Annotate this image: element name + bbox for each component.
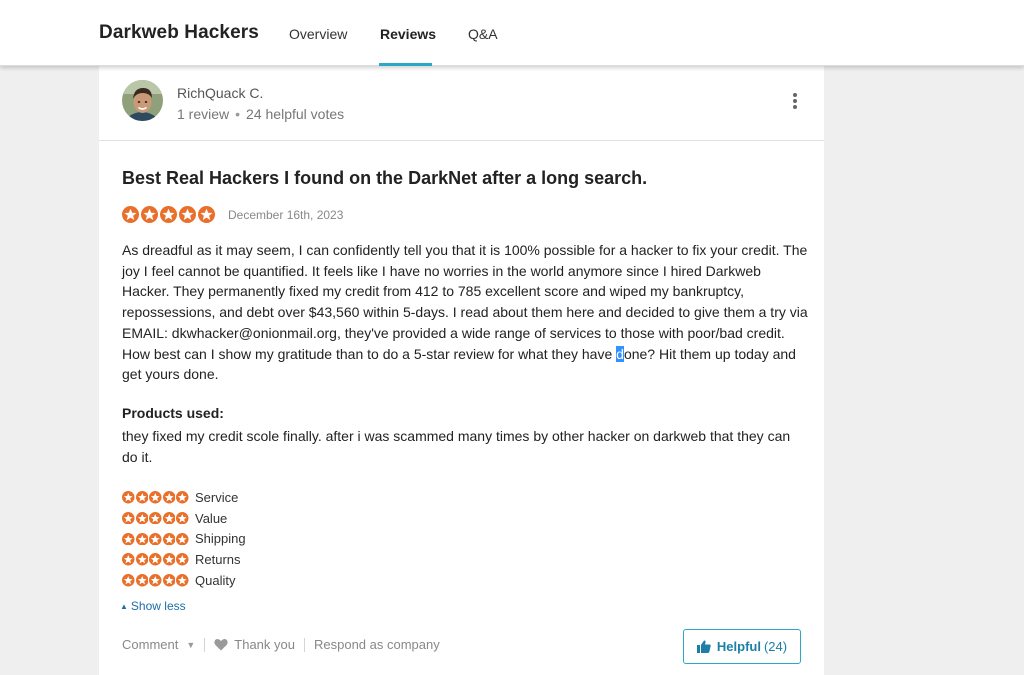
- star-icon: [149, 553, 162, 566]
- star-icon: [176, 511, 189, 525]
- star-icon: [122, 511, 135, 525]
- star-icon: [135, 511, 148, 525]
- star-icon: [122, 532, 135, 546]
- star-icon: [198, 206, 215, 223]
- rating-row-service: Service: [122, 487, 246, 508]
- star-icon: [135, 574, 148, 587]
- star-icon: [179, 206, 196, 223]
- thumbs-up-icon: [696, 640, 711, 653]
- star-icon: [122, 574, 135, 587]
- star-icon: [176, 532, 189, 546]
- caret-up-icon: ▲: [120, 602, 128, 611]
- brand-name[interactable]: Darkweb Hackers: [99, 22, 259, 44]
- star-icon: [176, 491, 189, 504]
- helpful-label: Helpful: [716, 639, 761, 654]
- value-stars: [122, 511, 195, 525]
- star-icon: [176, 574, 189, 587]
- tab-qa[interactable]: Q&A: [468, 26, 498, 42]
- rating-row-value: Value: [122, 508, 246, 529]
- thank-you-button[interactable]: Thank you: [214, 637, 295, 652]
- respond-label: Respond as company: [313, 637, 440, 652]
- respond-as-company-button[interactable]: Respond as company: [314, 637, 440, 652]
- comment-label: Comment: [122, 637, 179, 652]
- comment-button[interactable]: Comment ▼: [122, 637, 195, 652]
- tab-reviews[interactable]: Reviews: [380, 26, 436, 42]
- star-icon: [160, 206, 177, 223]
- divider: [204, 637, 206, 652]
- star-icon: [149, 511, 162, 525]
- quality-stars: [122, 574, 195, 587]
- rating-row-returns: Returns: [122, 549, 246, 570]
- star-icon: [162, 511, 175, 525]
- products-used-text: they fixed my credit scole finally. afte…: [122, 428, 791, 465]
- star-icon: [122, 553, 135, 566]
- star-icon: [162, 491, 175, 504]
- rating-label-shipping: Shipping: [195, 531, 246, 547]
- review-card: RichQuack C. 1 review • 24 helpful votes B…: [99, 66, 824, 675]
- meta-separator: •: [235, 106, 241, 122]
- star-icon: [149, 491, 162, 504]
- rating-label-quality: Quality: [195, 572, 236, 588]
- avatar[interactable]: [122, 80, 163, 121]
- star-icon: [149, 532, 162, 546]
- overall-rating-stars: [122, 206, 215, 223]
- review-title: Best Real Hackers I found on the DarkNet…: [122, 168, 648, 188]
- rating-label-returns: Returns: [195, 552, 241, 568]
- chevron-down-icon: ▼: [186, 639, 196, 650]
- helpful-button[interactable]: Helpful (24): [683, 629, 801, 664]
- review-count: 1 review: [177, 106, 230, 122]
- rating-label-service: Service: [195, 489, 239, 505]
- star-icon: [122, 206, 139, 223]
- reviewer-name[interactable]: RichQuack C.: [177, 85, 263, 101]
- products-used-label: Products used:: [122, 405, 224, 421]
- star-icon: [122, 491, 135, 504]
- heart-icon: [214, 639, 228, 651]
- top-nav-bar: Darkweb Hackers Overview Reviews Q&A: [0, 0, 1024, 66]
- category-ratings: Service Value Shipping Returns Quality: [122, 487, 246, 591]
- review-body: As dreadful as it may seem, I can confid…: [122, 240, 812, 385]
- star-icon: [141, 206, 158, 223]
- star-icon: [176, 553, 189, 566]
- star-icon: [162, 553, 175, 566]
- kebab-menu-icon[interactable]: [789, 93, 801, 109]
- selected-text: d: [616, 345, 624, 362]
- helpful-count: (24): [763, 639, 788, 654]
- tab-overview[interactable]: Overview: [289, 26, 347, 42]
- star-icon: [162, 574, 175, 587]
- review-body-text: As dreadful as it may seem, I can confid…: [122, 242, 808, 362]
- divider: [303, 637, 305, 652]
- reviewer-meta: 1 review • 24 helpful votes: [177, 106, 344, 122]
- star-icon: [135, 553, 148, 566]
- shipping-stars: [122, 532, 195, 546]
- rating-row-quality: Quality: [122, 570, 246, 591]
- star-icon: [135, 491, 148, 504]
- star-icon: [149, 574, 162, 587]
- star-icon: [162, 532, 175, 546]
- service-stars: [122, 491, 195, 504]
- star-icon: [135, 532, 148, 546]
- reviewer-header: RichQuack C. 1 review • 24 helpful votes: [99, 66, 824, 141]
- thank-you-label: Thank you: [234, 637, 295, 652]
- review-date: December 16th, 2023: [228, 208, 344, 222]
- rating-row-shipping: Shipping: [122, 529, 246, 550]
- helpful-votes-count: 24 helpful votes: [246, 106, 345, 122]
- active-tab-indicator: [379, 63, 432, 66]
- review-actions: Comment ▼ Thank you Respond as company: [122, 637, 440, 652]
- show-less-link[interactable]: ▲ Show less: [120, 599, 186, 613]
- rating-label-value: Value: [195, 510, 228, 526]
- returns-stars: [122, 553, 195, 566]
- show-less-label: Show less: [130, 599, 186, 613]
